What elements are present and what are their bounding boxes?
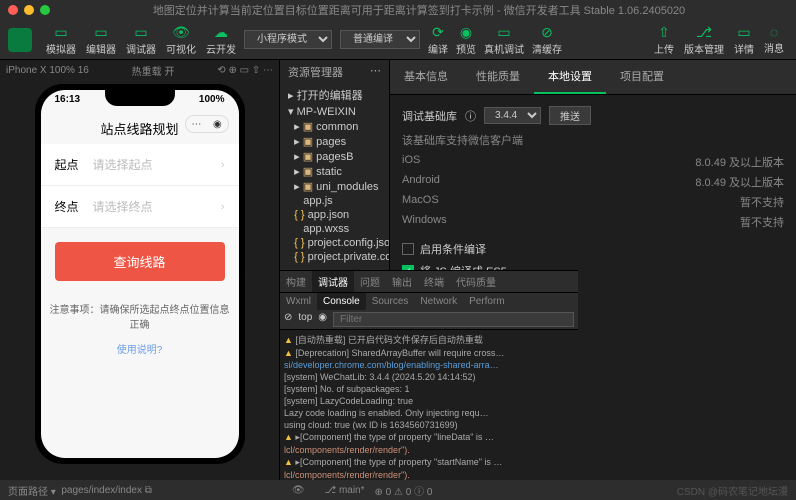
minimize-icon[interactable] <box>24 5 34 15</box>
help-link[interactable]: 使用说明? <box>41 337 239 360</box>
cloud-button[interactable]: ☁云开发 <box>202 22 240 58</box>
tree-item[interactable]: ▸ ▣ common <box>280 119 389 134</box>
tree-item[interactable]: ▸ ▣ uni_modules <box>280 179 389 194</box>
hot-reload-toggle[interactable]: 热重载 开 <box>132 63 175 78</box>
app-icon[interactable] <box>8 28 32 52</box>
devtools-tab[interactable]: Perform <box>463 293 511 310</box>
tab-project[interactable]: 项目配置 <box>606 60 678 94</box>
debugger-button[interactable]: ▭调试器 <box>122 22 160 58</box>
note-text: 注意事项：请确保所选起点终点位置信息正确 <box>41 295 239 337</box>
copy-icon[interactable]: ⧉ <box>142 485 152 496</box>
preview-button[interactable]: ◉预览 <box>452 22 480 58</box>
more-icon[interactable]: ⋯ <box>370 64 381 80</box>
push-button[interactable]: 推送 <box>549 106 591 125</box>
devtools-tab[interactable]: Console <box>317 293 366 310</box>
detail-tabs: 基本信息 性能质量 本地设置 项目配置 <box>390 60 796 95</box>
end-row[interactable]: 终点 请选择终点 › <box>41 186 239 228</box>
remote-debug-button[interactable]: ▭真机调试 <box>480 22 528 58</box>
compile-button[interactable]: ⟳编译 <box>424 22 452 58</box>
tree-item[interactable]: app.js <box>280 194 389 208</box>
page-title: 站点线路规划 ⋯◉ <box>41 109 239 144</box>
filter-input[interactable] <box>333 312 574 327</box>
eye-icon[interactable]: ◉ <box>318 312 327 327</box>
chevron-right-icon: › <box>221 201 225 213</box>
device-select[interactable]: iPhone X 100% 16 <box>6 65 89 76</box>
tree-item[interactable]: { } project.private.config... <box>280 250 389 264</box>
checkbox-row[interactable]: 启用条件编译 <box>402 238 784 260</box>
console-tab[interactable]: 构建 <box>280 271 312 292</box>
tree-item[interactable]: ▸ ▣ static <box>280 164 389 179</box>
console-tab[interactable]: 问题 <box>354 271 386 292</box>
tab-perf[interactable]: 性能质量 <box>462 60 534 94</box>
clear-cache-button[interactable]: ⊘清缓存 <box>528 22 566 58</box>
console-tab[interactable]: 终端 <box>418 271 450 292</box>
notch <box>105 90 175 106</box>
capsule-button[interactable]: ⋯◉ <box>185 115 229 133</box>
mode-select[interactable]: 小程序模式 <box>244 30 332 49</box>
clear-icon[interactable]: ⊘ <box>284 312 292 327</box>
phone-frame: 16:13100% 站点线路规划 ⋯◉ 起点 请选择起点 › 终点 请选择终点 … <box>35 84 245 464</box>
page-path-label[interactable]: 页面路径 ▾ <box>8 483 56 498</box>
devtools-tab[interactable]: Wxml <box>280 293 317 310</box>
version-button[interactable]: ⎇版本管理 <box>680 22 728 58</box>
editor-button[interactable]: ▭编辑器 <box>82 22 120 58</box>
open-editors-section[interactable]: ▸ 打开的编辑器 <box>280 86 389 104</box>
branch[interactable]: ⎇ main* <box>325 485 365 496</box>
message-button[interactable]: ◌消息 <box>760 22 788 58</box>
tab-local[interactable]: 本地设置 <box>534 60 606 94</box>
query-button[interactable]: 查询线路 <box>55 242 225 281</box>
phone-screen[interactable]: 16:13100% 站点线路规划 ⋯◉ 起点 请选择起点 › 终点 请选择终点 … <box>41 90 239 458</box>
preview-icon[interactable]: 👁 <box>292 485 305 496</box>
tree-item[interactable]: { } project.config.json <box>280 236 389 250</box>
sim-tools[interactable]: ⟲ ⊕ ▭ ⇧ ⋯ <box>217 65 273 76</box>
problem-counts[interactable]: ⊕ 0 ⚠ 0 ⓘ 0 <box>375 483 433 498</box>
help-icon[interactable]: ⓘ <box>465 108 476 124</box>
page-path[interactable]: pages/index/index <box>61 485 142 496</box>
upload-button[interactable]: ⇧上传 <box>650 22 678 58</box>
window-title: 地图定位并计算当前定位置目标位置距离可用于距离计算签到打卡示例 - 微信开发者工… <box>50 2 788 18</box>
simulator-button[interactable]: ▭模拟器 <box>42 22 80 58</box>
devtools-tab[interactable]: Network <box>414 293 463 310</box>
titlebar: 地图定位并计算当前定位置目标位置距离可用于距离计算签到打卡示例 - 微信开发者工… <box>0 0 796 20</box>
version-select[interactable]: 3.4.4 <box>484 107 541 124</box>
devtools-tab[interactable]: Sources <box>366 293 415 310</box>
console-output[interactable]: [自动热重载] 已开启代码文件保存后自动热重载[Deprecation] Sha… <box>280 330 578 480</box>
console-tab[interactable]: 输出 <box>386 271 418 292</box>
scope-select[interactable]: top <box>298 312 312 327</box>
close-icon[interactable] <box>8 5 18 15</box>
compile-mode-select[interactable]: 普通编译 <box>340 30 420 49</box>
tab-basic[interactable]: 基本信息 <box>390 60 462 94</box>
console-tab[interactable]: 调试器 <box>312 271 354 292</box>
console-panel: 构建调试器问题输出终端代码质量 WxmlConsoleSourcesNetwor… <box>280 270 578 480</box>
chevron-right-icon: › <box>221 159 225 171</box>
simulator-panel: iPhone X 100% 16 热重载 开 ⟲ ⊕ ▭ ⇧ ⋯ 16:1310… <box>0 60 280 500</box>
detail-button[interactable]: ▭详情 <box>730 22 758 58</box>
statusbar: 页面路径 ▾ pages/index/index ⧉ 👁 ⎇ main* ⊕ 0… <box>0 480 796 500</box>
visual-button[interactable]: 👁可视化 <box>162 22 200 58</box>
watermark: CSDN @码农笔记地坛漫 <box>677 483 788 498</box>
tree-item[interactable]: app.wxss <box>280 222 389 236</box>
tree-item[interactable]: ▸ ▣ pagesB <box>280 149 389 164</box>
start-row[interactable]: 起点 请选择起点 › <box>41 144 239 186</box>
console-tab[interactable]: 代码质量 <box>450 271 502 292</box>
toolbar: ▭模拟器 ▭编辑器 ▭调试器 👁可视化 ☁云开发 小程序模式 普通编译 ⟳编译 … <box>0 20 796 60</box>
tree-item[interactable]: { } app.json <box>280 208 389 222</box>
tree-item[interactable]: ▸ ▣ pages <box>280 134 389 149</box>
root-folder[interactable]: ▾ MP-WEIXIN <box>280 104 389 119</box>
window-controls <box>8 5 50 15</box>
maximize-icon[interactable] <box>40 5 50 15</box>
